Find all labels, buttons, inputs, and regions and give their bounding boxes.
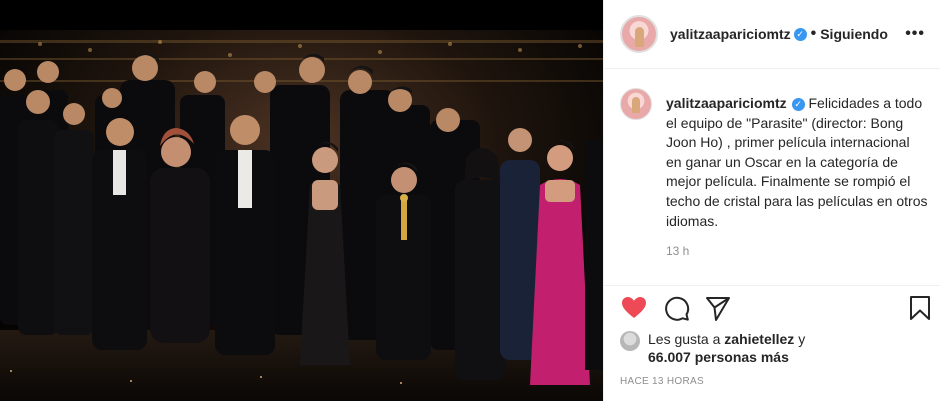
comment-icon[interactable] — [662, 294, 690, 322]
bookmark-icon[interactable] — [906, 294, 934, 322]
likes-and: y — [794, 331, 806, 347]
post-header: yalitzaapariciomtz ✓ • Siguiendo ••• — [604, 0, 940, 69]
likes-text: Les gusta a zahietellez y 66.007 persona… — [648, 330, 805, 366]
profile-avatar[interactable] — [620, 15, 658, 53]
awards-stage-image — [0, 0, 603, 401]
caption: yalitzaapariciomtz ✓ Felicidades a todo e… — [666, 88, 928, 231]
post-age[interactable]: HACE 13 HORAS — [620, 376, 704, 387]
likes-count-link[interactable]: 66.007 personas más — [648, 349, 789, 365]
likes-prefix: Les gusta a — [648, 331, 725, 347]
verified-badge-icon: ✓ — [793, 27, 807, 41]
more-options-button[interactable]: ••• — [905, 25, 925, 43]
separator-dot: • — [810, 25, 817, 42]
caption-verified-badge-icon: ✓ — [791, 98, 805, 111]
action-bar — [620, 294, 930, 324]
caption-avatar[interactable] — [620, 88, 652, 120]
header-username[interactable]: yalitzaapariciomtz — [670, 26, 791, 42]
share-icon[interactable] — [704, 294, 732, 322]
liker-username[interactable]: zahietellez — [724, 331, 794, 347]
caption-block: yalitzaapariciomtz ✓ Felicidades a todo e… — [620, 88, 930, 258]
liker-avatar[interactable] — [620, 331, 640, 351]
caption-username[interactable]: yalitzaapariciomtz — [666, 95, 787, 111]
likes-summary: Les gusta a zahietellez y 66.007 persona… — [620, 330, 805, 366]
caption-text: Felicidades a todo el equipo de "Parasit… — [666, 95, 928, 229]
caption-timestamp[interactable]: 13 h — [666, 244, 928, 258]
following-button[interactable]: Siguiendo — [820, 26, 888, 42]
actions-section: Les gusta a zahietellez y 66.007 persona… — [604, 285, 940, 401]
heart-icon[interactable] — [620, 294, 648, 322]
post-photo[interactable] — [0, 0, 603, 401]
post-details-panel: yalitzaapariciomtz ✓ • Siguiendo ••• yal… — [603, 0, 940, 401]
